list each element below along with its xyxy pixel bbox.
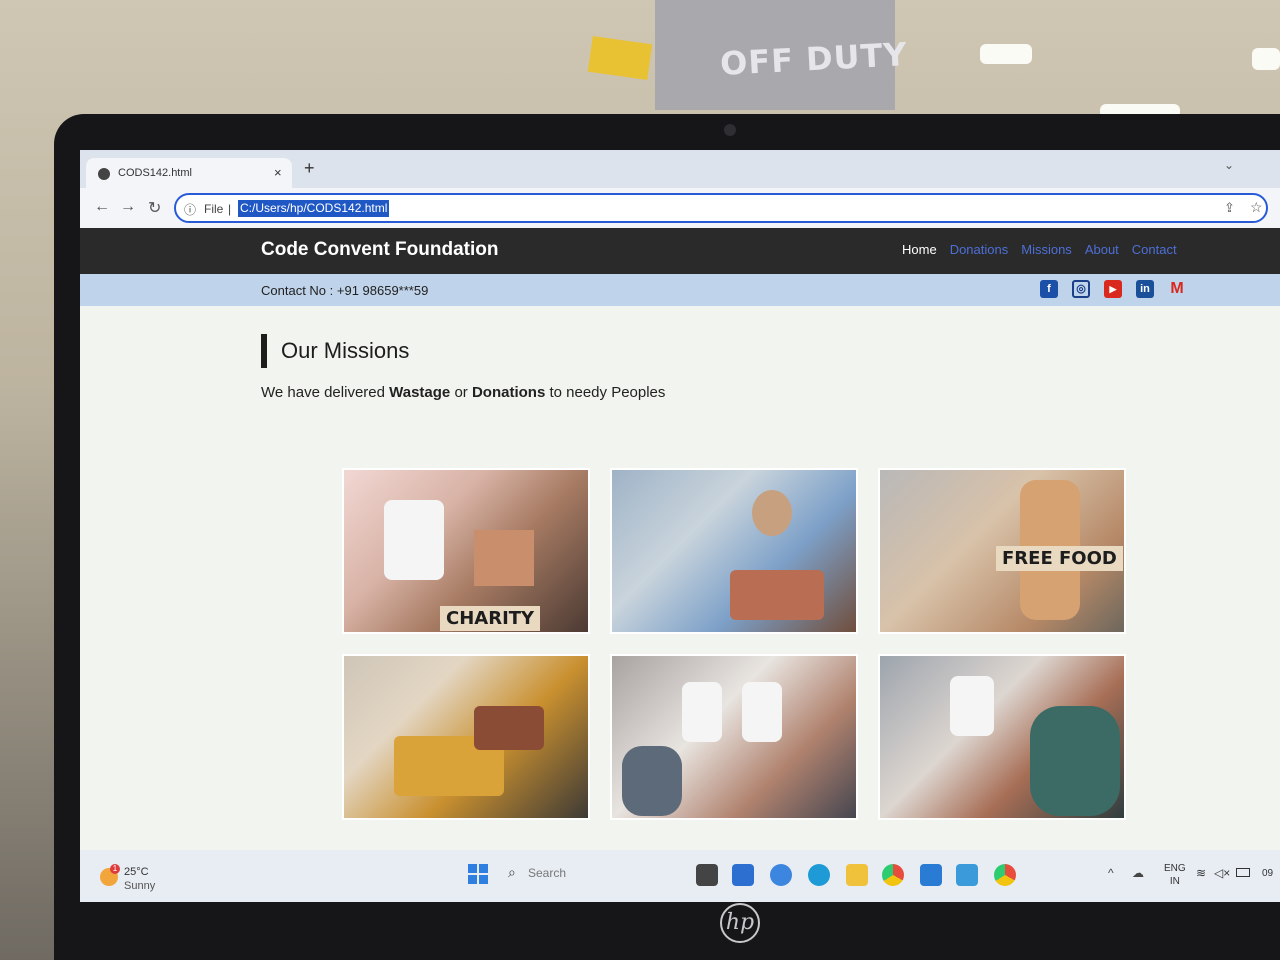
- tab-strip: CODS142.html × + ⌄: [80, 150, 1280, 188]
- forward-icon[interactable]: →: [120, 198, 136, 216]
- webcam: [724, 124, 736, 136]
- address-url[interactable]: C:/Users/hp/CODS142.html: [238, 200, 390, 217]
- windows-start-icon[interactable]: [468, 864, 488, 884]
- reload-icon[interactable]: ↻: [148, 198, 161, 218]
- linkedin-icon[interactable]: in: [1136, 280, 1154, 298]
- browser-tab[interactable]: CODS142.html ×: [86, 158, 292, 188]
- edge-icon[interactable]: [808, 864, 830, 886]
- section-description: We have delivered Wastage or Donations t…: [261, 384, 665, 401]
- mission-gallery: CHARITY FREE FOOD: [342, 468, 1126, 820]
- globe-icon: [98, 168, 110, 180]
- chrome-icon[interactable]: [882, 864, 904, 886]
- person-figure: [622, 746, 682, 816]
- description-bold-donations: Donations: [471, 384, 546, 401]
- contact-bar: Contact No : +91 98659***59 f ◎ ▶ in M: [80, 274, 1280, 306]
- battery-icon[interactable]: [1236, 868, 1250, 877]
- ceiling-light: [1252, 48, 1280, 70]
- muted-speaker-icon[interactable]: ◁×: [1214, 866, 1230, 880]
- photo-caption-charity: CHARITY: [440, 606, 541, 631]
- contact-number: Contact No : +91 98659***59: [261, 283, 429, 298]
- description-text: or: [450, 384, 472, 401]
- address-bar[interactable]: ⓘ File | C:/Users/hp/CODS142.html ⇪ ☆: [174, 193, 1268, 223]
- volunteer-figure: [742, 682, 782, 742]
- weather-temperature[interactable]: 25°C: [124, 866, 149, 878]
- description-text: to needy Peoples: [545, 384, 666, 401]
- mission-photo[interactable]: [878, 654, 1126, 820]
- volunteer-figure: [950, 676, 994, 736]
- browser-toolbar: ← → ↻ ⓘ File | C:/Users/hp/CODS142.html …: [80, 188, 1280, 228]
- language-indicator[interactable]: ENG IN: [1164, 862, 1186, 888]
- back-icon[interactable]: ←: [94, 198, 110, 216]
- site-brand[interactable]: Code Convent Foundation: [261, 239, 498, 261]
- search-icon[interactable]: ⌕: [508, 864, 516, 881]
- description-text: We have delivered: [261, 384, 390, 401]
- wall-sign-yellow: [587, 35, 653, 81]
- blanket-stack: [730, 570, 824, 620]
- box-shape: [474, 530, 534, 586]
- nav-about[interactable]: About: [1085, 242, 1119, 257]
- nav-donations[interactable]: Donations: [950, 242, 1009, 257]
- weather-condition[interactable]: Sunny: [124, 880, 155, 892]
- address-scheme: File: [204, 202, 224, 216]
- instagram-icon[interactable]: ◎: [1072, 280, 1090, 298]
- mission-photo[interactable]: [342, 654, 590, 820]
- social-links: f ◎ ▶ in M: [1040, 280, 1186, 298]
- gmail-icon[interactable]: M: [1168, 280, 1186, 298]
- taskbar: 1 25°C Sunny ⌕ Search ^ ☁ ENG IN ≋ ◁× 09: [80, 850, 1280, 902]
- new-tab-button[interactable]: +: [304, 158, 315, 179]
- section-title: Our Missions: [281, 338, 410, 363]
- nav-home[interactable]: Home: [902, 242, 937, 257]
- mission-photo[interactable]: FREE FOOD: [878, 468, 1126, 634]
- volunteer-figure: [384, 500, 444, 580]
- description-bold-wastage: Wastage: [389, 384, 451, 401]
- folder-icon[interactable]: [846, 864, 868, 886]
- person-figure: [1030, 706, 1120, 816]
- section-accent-bar: [261, 334, 267, 368]
- nav-contact[interactable]: Contact: [1132, 242, 1177, 257]
- person-figure: [752, 490, 792, 536]
- cloud-icon[interactable]: ☁: [1132, 866, 1144, 880]
- photos-icon[interactable]: [956, 864, 978, 886]
- taskbar-search[interactable]: Search: [528, 866, 566, 880]
- food-tray: [474, 706, 544, 750]
- chrome-icon[interactable]: [994, 864, 1016, 886]
- nav-missions[interactable]: Missions: [1021, 242, 1072, 257]
- photo-caption-free-food: FREE FOOD: [996, 546, 1123, 571]
- share-icon[interactable]: ⇪: [1224, 200, 1235, 216]
- onedrive-icon[interactable]: [770, 864, 792, 886]
- mission-photo[interactable]: CHARITY: [342, 468, 590, 634]
- region-code: IN: [1169, 876, 1180, 887]
- laptop-screen: CODS142.html × + ⌄ ← → ↻ ⓘ File | C:/Use…: [80, 150, 1280, 902]
- chevron-up-icon[interactable]: ^: [1108, 866, 1114, 880]
- address-divider: |: [228, 202, 232, 216]
- language-code: ENG: [1164, 863, 1186, 874]
- ceiling-light: [980, 44, 1032, 64]
- file-icon[interactable]: [696, 864, 718, 886]
- mission-photo[interactable]: [610, 468, 858, 634]
- store-icon[interactable]: [732, 864, 754, 886]
- clock-time[interactable]: 09: [1262, 868, 1273, 879]
- star-icon[interactable]: ☆: [1250, 199, 1263, 216]
- volunteer-figure: [682, 682, 722, 742]
- info-icon[interactable]: ⓘ: [184, 201, 196, 218]
- notification-badge: 1: [110, 864, 120, 874]
- hp-logo: hp: [720, 903, 760, 943]
- vscode-icon[interactable]: [920, 864, 942, 886]
- mission-photo[interactable]: [610, 654, 858, 820]
- tab-title: CODS142.html: [118, 167, 192, 179]
- chevron-down-icon[interactable]: ⌄: [1224, 158, 1234, 172]
- close-icon[interactable]: ×: [274, 165, 282, 180]
- facebook-icon[interactable]: f: [1040, 280, 1058, 298]
- site-nav: Home Donations Missions About Contact: [902, 242, 1177, 257]
- site-header: Code Convent Foundation Home Donations M…: [80, 228, 1280, 274]
- youtube-icon[interactable]: ▶: [1104, 280, 1122, 298]
- wifi-icon[interactable]: ≋: [1196, 866, 1206, 880]
